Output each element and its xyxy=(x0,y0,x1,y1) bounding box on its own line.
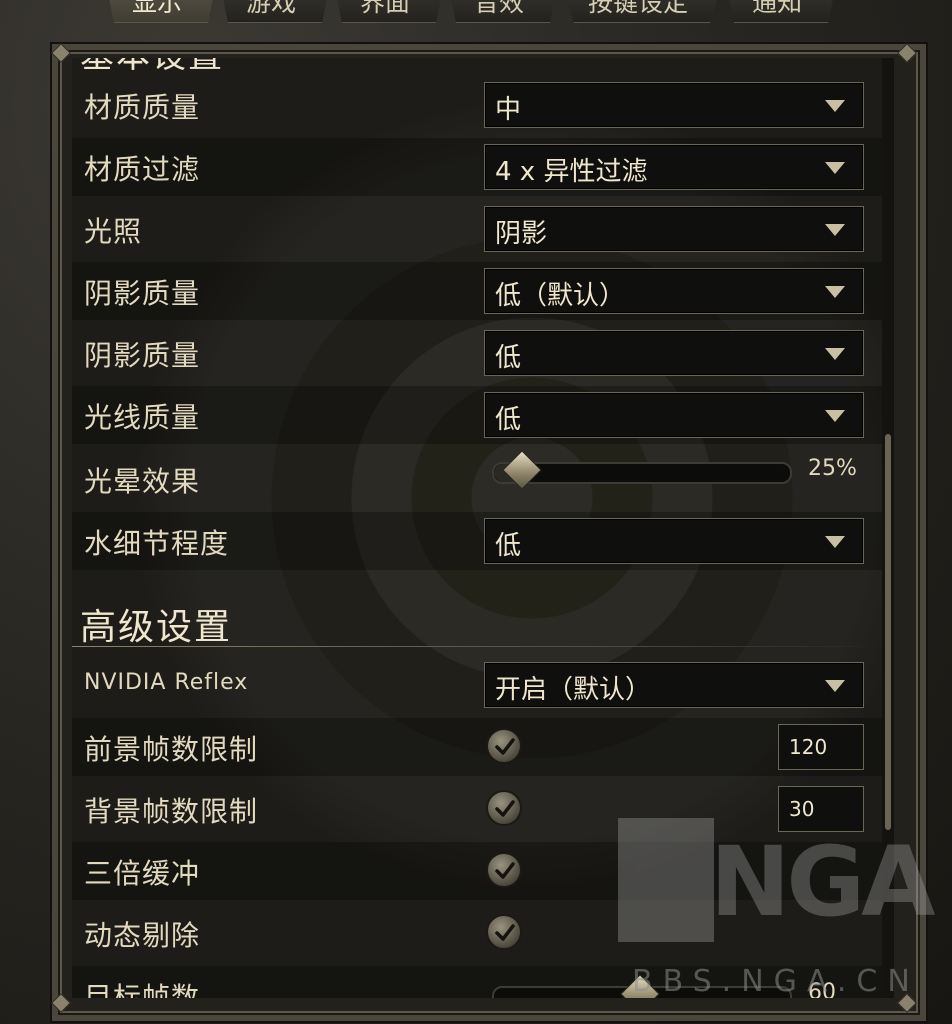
triple-buffer-checkbox[interactable] xyxy=(486,852,522,888)
setting-label: 三倍缓冲 xyxy=(84,857,201,890)
chevron-down-icon xyxy=(825,410,845,422)
settings-window: 显示 游戏 界面 音效 按键设定 通知 基本设置 材质质量 中 材质过滤 4 x… xyxy=(0,0,952,1024)
fg-fps-limit-input[interactable]: 120 xyxy=(778,724,864,770)
checkmark-icon xyxy=(495,738,515,755)
watermark-logo-text: NGA xyxy=(710,826,935,938)
chevron-down-icon xyxy=(825,100,845,112)
nga-watermark: NGA xyxy=(618,818,935,942)
dropdown-value: 4 x 异性过滤 xyxy=(495,157,648,187)
setting-label: 光晕效果 xyxy=(84,465,201,498)
setting-label: 阴影质量 xyxy=(84,339,201,372)
dynamic-culling-checkbox[interactable] xyxy=(486,914,522,950)
setting-row-lighting: 光照 阴影 xyxy=(72,200,884,258)
setting-label: 前景帧数限制 xyxy=(84,733,259,766)
setting-label: 水细节程度 xyxy=(84,527,230,560)
setting-label: 光照 xyxy=(84,215,143,248)
tab-game[interactable]: 游戏 xyxy=(219,0,332,23)
setting-row-fg-fps-limit: 前景帧数限制 120 xyxy=(72,718,884,776)
dropdown-value: 低 xyxy=(495,405,522,435)
texture-filter-dropdown[interactable]: 4 x 异性过滤 xyxy=(484,144,864,190)
tab-notifications[interactable]: 通知 xyxy=(725,0,838,23)
setting-row-bloom: 光晕效果 25% xyxy=(72,450,884,508)
setting-label: NVIDIA Reflex xyxy=(84,670,249,695)
dropdown-value: 低（默认） xyxy=(495,281,626,311)
setting-label: 阴影质量 xyxy=(84,277,201,310)
setting-row-shadow-quality-2: 阴影质量 低 xyxy=(72,324,884,382)
tab-audio[interactable]: 音效 xyxy=(447,0,560,23)
setting-label: 动态剔除 xyxy=(84,919,201,952)
nvidia-reflex-dropdown[interactable]: 开启（默认） xyxy=(484,662,864,708)
setting-label: 材质质量 xyxy=(84,91,201,124)
tab-display[interactable]: 显示 xyxy=(105,0,218,23)
advanced-section-title: 高级设置 xyxy=(80,607,233,648)
setting-label: 目标帧数 xyxy=(84,981,201,998)
checkmark-icon xyxy=(495,862,515,879)
bloom-value: 25% xyxy=(808,456,857,481)
setting-label: 背景帧数限制 xyxy=(84,795,259,828)
partial-section-title: 基本设置 xyxy=(80,58,224,77)
slider-thumb[interactable] xyxy=(502,450,542,490)
chevron-down-icon xyxy=(825,224,845,236)
setting-row-ray-quality: 光线质量 低 xyxy=(72,386,884,444)
dropdown-value: 开启（默认） xyxy=(495,675,652,705)
section-divider xyxy=(72,646,884,647)
setting-row-water-detail: 水细节程度 低 xyxy=(72,512,884,570)
chevron-down-icon xyxy=(825,162,845,174)
dropdown-value: 低 xyxy=(495,343,522,373)
paw-logo-icon xyxy=(618,818,714,942)
fg-fps-limit-checkbox[interactable] xyxy=(486,728,522,764)
dropdown-value: 低 xyxy=(495,531,522,561)
texture-quality-dropdown[interactable]: 中 xyxy=(484,82,864,128)
chevron-down-icon xyxy=(825,536,845,548)
chevron-down-icon xyxy=(825,680,845,692)
tab-interface[interactable]: 界面 xyxy=(333,0,446,23)
tab-bar: 显示 游戏 界面 音效 按键设定 通知 xyxy=(105,0,850,24)
setting-row-texture-filter: 材质过滤 4 x 异性过滤 xyxy=(72,138,884,196)
setting-label: 光线质量 xyxy=(84,401,201,434)
setting-row-texture-quality: 材质质量 中 xyxy=(72,76,884,134)
lighting-dropdown[interactable]: 阴影 xyxy=(484,206,864,252)
ray-quality-dropdown[interactable]: 低 xyxy=(484,392,864,438)
bg-fps-limit-checkbox[interactable] xyxy=(486,790,522,826)
checkmark-icon xyxy=(495,800,515,817)
shadow-quality-2-dropdown[interactable]: 低 xyxy=(484,330,864,376)
bloom-slider[interactable] xyxy=(492,450,792,490)
shadow-quality-dropdown[interactable]: 低（默认） xyxy=(484,268,864,314)
dropdown-value: 阴影 xyxy=(495,219,548,249)
setting-row-nvidia-reflex: NVIDIA Reflex 开启（默认） xyxy=(72,656,884,714)
chevron-down-icon xyxy=(825,286,845,298)
watermark-url: BBS.NGA.CN xyxy=(632,964,920,999)
scrollbar-thumb[interactable] xyxy=(885,434,891,830)
setting-row-shadow-quality: 阴影质量 低（默认） xyxy=(72,262,884,320)
checkmark-icon xyxy=(495,924,515,941)
chevron-down-icon xyxy=(825,348,845,360)
setting-label: 材质过滤 xyxy=(84,153,201,186)
water-detail-dropdown[interactable]: 低 xyxy=(484,518,864,564)
tab-keybindings[interactable]: 按键设定 xyxy=(561,0,724,23)
dropdown-value: 中 xyxy=(495,95,522,125)
